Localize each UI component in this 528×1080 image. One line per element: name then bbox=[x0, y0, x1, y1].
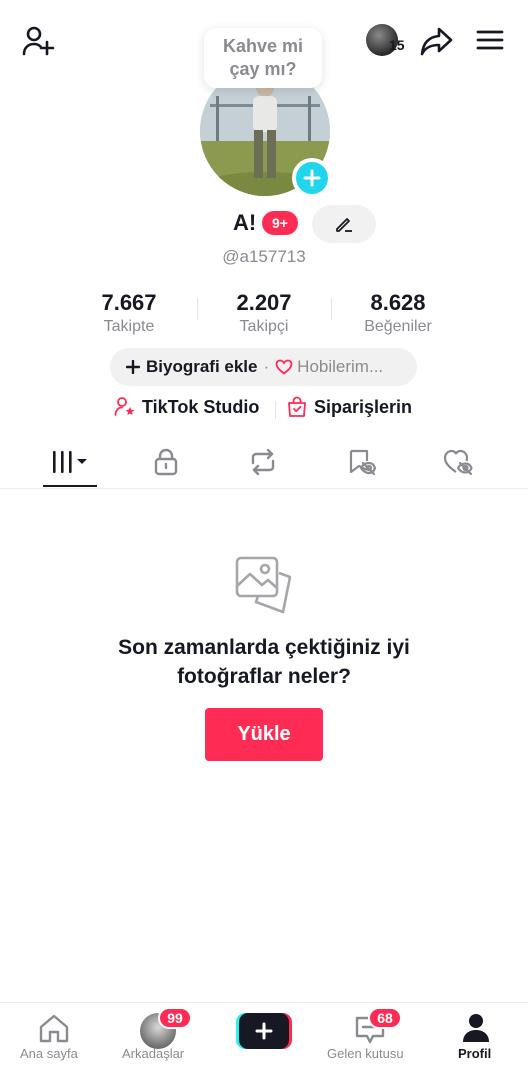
notification-count-badge[interactable]: 9+ bbox=[262, 211, 298, 235]
stat-divider bbox=[331, 298, 332, 320]
profile-name: A! bbox=[233, 210, 257, 235]
followers-count: 2.207 bbox=[236, 290, 292, 315]
nav-inbox-label: Gelen kutusu bbox=[327, 1046, 404, 1061]
likes-stat[interactable]: 8.628 Beğeniler bbox=[333, 290, 463, 338]
nav-profile-label: Profil bbox=[458, 1046, 492, 1061]
upload-button[interactable]: Yükle bbox=[205, 708, 323, 761]
pencil-icon bbox=[336, 218, 352, 232]
followers-label: Takipçi bbox=[239, 318, 289, 335]
lock-icon bbox=[154, 448, 178, 476]
bottom-navigation: Ana sayfa Arkadaşlar 99 Gelen kutusu 68 … bbox=[0, 1002, 528, 1080]
share-arrow-icon bbox=[420, 27, 453, 56]
bio-pill[interactable]: Biyografi ekle · Hobilerim... bbox=[110, 348, 417, 386]
bookmark-hidden-icon bbox=[349, 449, 376, 476]
tiktok-studio-link[interactable]: TikTok Studio bbox=[114, 396, 259, 418]
plus-icon bbox=[255, 1022, 273, 1040]
orders-link[interactable]: Siparişlerin bbox=[286, 396, 412, 418]
home-icon bbox=[39, 1014, 69, 1043]
photos-empty-icon bbox=[232, 552, 296, 623]
tab-favorites[interactable] bbox=[317, 440, 405, 484]
shopping-bag-icon bbox=[288, 396, 306, 417]
following-count: 7.667 bbox=[101, 290, 157, 315]
add-friend-button[interactable] bbox=[18, 24, 58, 58]
empty-state-line-2: fotoğraflar neler? bbox=[177, 665, 351, 688]
create-button[interactable] bbox=[236, 1013, 292, 1049]
bubble-line-1: Kahve mi bbox=[222, 36, 304, 56]
nav-home-label: Ana sayfa bbox=[20, 1046, 78, 1061]
profile-person-icon bbox=[463, 1014, 489, 1042]
likes-label: Beğeniler bbox=[364, 318, 432, 335]
bubble-line-2: çay mı? bbox=[229, 59, 297, 79]
bio-separator: · bbox=[263, 357, 270, 376]
plus-icon bbox=[303, 169, 321, 187]
nav-profile[interactable]: Profil bbox=[440, 1003, 512, 1080]
tab-private[interactable] bbox=[122, 440, 210, 484]
orders-label: Siparişlerin bbox=[314, 396, 413, 417]
add-bio-label[interactable]: Biyografi ekle bbox=[146, 357, 258, 377]
create-button-face bbox=[239, 1013, 289, 1049]
link-divider bbox=[275, 401, 276, 419]
grid-icon bbox=[53, 451, 87, 473]
edit-profile-button[interactable] bbox=[312, 205, 376, 243]
tab-liked[interactable] bbox=[414, 440, 502, 484]
studio-person-star-icon bbox=[114, 397, 135, 416]
stat-divider bbox=[197, 298, 198, 320]
heart-hidden-icon bbox=[443, 449, 473, 476]
followers-stat[interactable]: 2.207 Takipçi bbox=[199, 290, 329, 338]
tiktok-studio-label: TikTok Studio bbox=[142, 396, 260, 417]
empty-state-message: Son zamanlarda çektiğiniz iyi fotoğrafla… bbox=[0, 633, 528, 691]
share-button[interactable] bbox=[418, 24, 454, 58]
tab-reposts[interactable] bbox=[219, 440, 307, 484]
person-plus-icon bbox=[22, 26, 55, 56]
friends-badge: 99 bbox=[158, 1007, 192, 1029]
active-tab-indicator bbox=[43, 485, 97, 487]
add-photo-button[interactable] bbox=[292, 158, 332, 198]
inbox-badge: 68 bbox=[368, 1007, 402, 1029]
question-bubble[interactable]: Kahve mi çay mı? bbox=[204, 28, 322, 88]
profile-handle: @a157713 bbox=[222, 247, 306, 266]
following-label: Takipte bbox=[103, 318, 155, 335]
menu-button[interactable] bbox=[474, 26, 506, 54]
nav-home[interactable]: Ana sayfa bbox=[14, 1003, 94, 1080]
following-stat[interactable]: 7.667 Takipte bbox=[64, 290, 194, 338]
empty-state-line-1: Son zamanlarda çektiğiniz iyi bbox=[118, 636, 410, 659]
story-count: 15 bbox=[389, 37, 405, 53]
heart-outline-icon bbox=[275, 359, 293, 375]
tabs-divider bbox=[0, 488, 528, 489]
repost-icon bbox=[251, 449, 275, 475]
hamburger-menu-icon bbox=[476, 30, 504, 50]
plus-icon bbox=[126, 360, 140, 374]
tab-videos[interactable] bbox=[26, 440, 114, 484]
nav-friends-label: Arkadaşlar bbox=[122, 1046, 185, 1061]
hobbies-label[interactable]: Hobilerim... bbox=[297, 357, 383, 377]
likes-count: 8.628 bbox=[370, 290, 426, 315]
